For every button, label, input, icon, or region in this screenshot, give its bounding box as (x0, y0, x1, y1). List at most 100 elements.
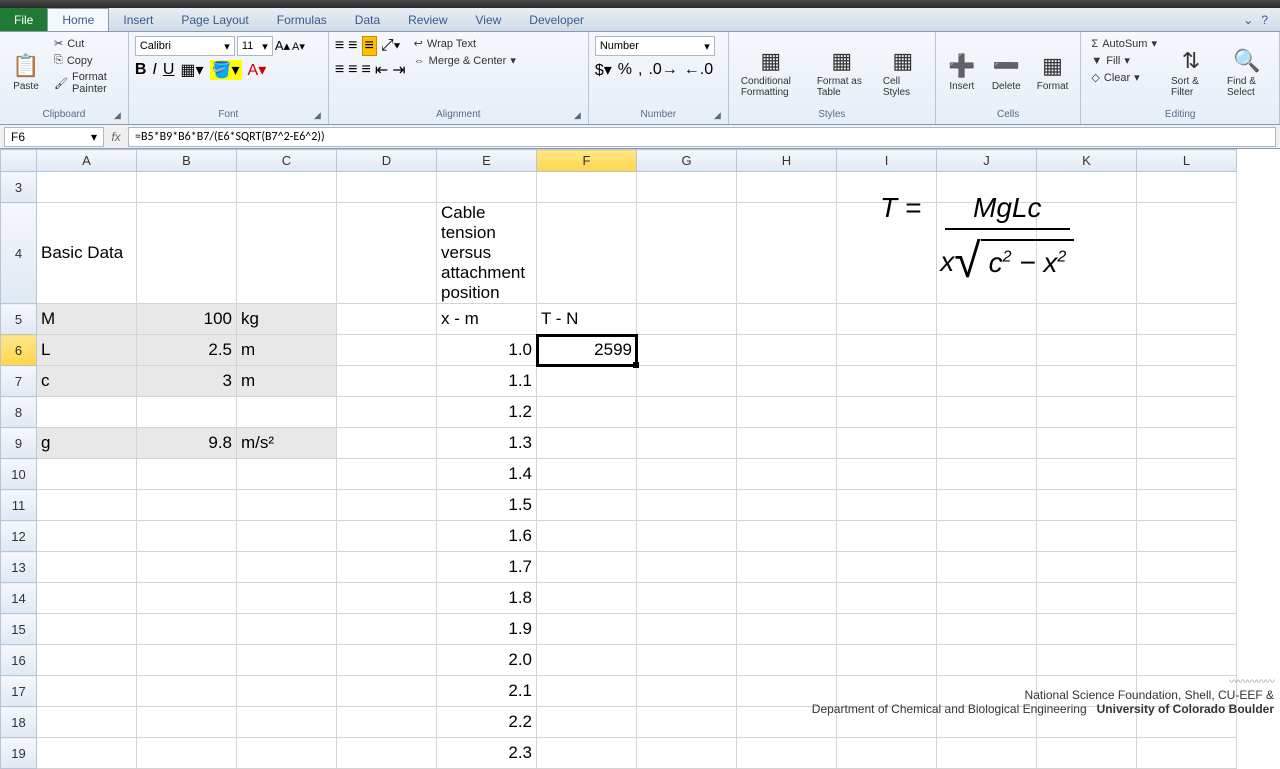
cell-I14[interactable] (837, 583, 937, 614)
cell-E14[interactable]: 1.8 (437, 583, 537, 614)
cell-D7[interactable] (337, 366, 437, 397)
cell-I7[interactable] (837, 366, 937, 397)
clear-button[interactable]: ◇Clear▾ (1087, 70, 1161, 85)
cell-E4[interactable]: Cable tension versus attachment position (437, 203, 537, 304)
cell-C5[interactable]: kg (237, 304, 337, 335)
row-header-13[interactable]: 13 (1, 552, 37, 583)
cell-F8[interactable] (537, 397, 637, 428)
cell-C12[interactable] (237, 521, 337, 552)
cell-K14[interactable] (1037, 583, 1137, 614)
align-right-icon[interactable]: ≡ (362, 61, 371, 79)
cell-F17[interactable] (537, 676, 637, 707)
cell-E10[interactable]: 1.4 (437, 459, 537, 490)
cell-K8[interactable] (1037, 397, 1137, 428)
cell-G12[interactable] (637, 521, 737, 552)
cell-D12[interactable] (337, 521, 437, 552)
cell-J11[interactable] (937, 490, 1037, 521)
cell-G8[interactable] (637, 397, 737, 428)
cell-J8[interactable] (937, 397, 1037, 428)
cell-E6[interactable]: 1.0 (437, 335, 537, 366)
row-header-11[interactable]: 11 (1, 490, 37, 521)
row-header-16[interactable]: 16 (1, 645, 37, 676)
cell-D19[interactable] (337, 738, 437, 769)
cell-H14[interactable] (737, 583, 837, 614)
cell-K13[interactable] (1037, 552, 1137, 583)
cell-B11[interactable] (137, 490, 237, 521)
cell-H6[interactable] (737, 335, 837, 366)
cell-C7[interactable]: m (237, 366, 337, 397)
cell-G10[interactable] (637, 459, 737, 490)
wrap-text-button[interactable]: ↩Wrap Text (410, 36, 520, 51)
delete-cells-button[interactable]: ➖Delete (986, 36, 1027, 109)
cell-B18[interactable] (137, 707, 237, 738)
cell-I12[interactable] (837, 521, 937, 552)
cell-B19[interactable] (137, 738, 237, 769)
cell-J9[interactable] (937, 428, 1037, 459)
cell-A11[interactable] (37, 490, 137, 521)
conditional-formatting-button[interactable]: ▦Conditional Formatting (735, 36, 807, 109)
cell-F6[interactable]: 2599 (537, 335, 637, 366)
cell-G13[interactable] (637, 552, 737, 583)
currency-icon[interactable]: $▾ (595, 60, 612, 80)
underline-button[interactable]: U (163, 61, 175, 79)
cell-A19[interactable] (37, 738, 137, 769)
cell-D11[interactable] (337, 490, 437, 521)
col-header-B[interactable]: B (137, 150, 237, 172)
cell-L10[interactable] (1137, 459, 1237, 490)
cell-G4[interactable] (637, 203, 737, 304)
copy-button[interactable]: ⎘Copy (50, 53, 122, 68)
cell-A3[interactable] (37, 172, 137, 203)
tab-data[interactable]: Data (341, 9, 394, 31)
cell-D5[interactable] (337, 304, 437, 335)
cell-B8[interactable] (137, 397, 237, 428)
align-left-icon[interactable]: ≡ (335, 61, 344, 79)
cell-J19[interactable] (937, 738, 1037, 769)
cell-F10[interactable] (537, 459, 637, 490)
minimize-ribbon-icon[interactable]: ⌄ (1243, 13, 1253, 27)
align-top-icon[interactable]: ≡ (335, 37, 344, 55)
col-header-H[interactable]: H (737, 150, 837, 172)
cell-I19[interactable] (837, 738, 937, 769)
cell-A6[interactable]: L (37, 335, 137, 366)
tab-page-layout[interactable]: Page Layout (167, 9, 262, 31)
merge-center-button[interactable]: ⇔Merge & Center▾ (410, 53, 520, 68)
formula-input[interactable]: =B5*B9*B6*B7/(E6*SQRT(B7^2-E6^2)) (128, 127, 1276, 147)
tab-review[interactable]: Review (394, 9, 461, 31)
cell-F12[interactable] (537, 521, 637, 552)
cell-H10[interactable] (737, 459, 837, 490)
col-header-K[interactable]: K (1037, 150, 1137, 172)
cell-B6[interactable]: 2.5 (137, 335, 237, 366)
cell-L16[interactable] (1137, 645, 1237, 676)
cell-F4[interactable] (537, 203, 637, 304)
row-header-5[interactable]: 5 (1, 304, 37, 335)
cell-D15[interactable] (337, 614, 437, 645)
cell-D9[interactable] (337, 428, 437, 459)
cell-K9[interactable] (1037, 428, 1137, 459)
insert-cells-button[interactable]: ➕Insert (942, 36, 982, 109)
cell-A13[interactable] (37, 552, 137, 583)
cell-E9[interactable]: 1.3 (437, 428, 537, 459)
cell-I5[interactable] (837, 304, 937, 335)
cell-K7[interactable] (1037, 366, 1137, 397)
cell-H15[interactable] (737, 614, 837, 645)
cell-C9[interactable]: m/s² (237, 428, 337, 459)
format-cells-button[interactable]: ▦Format (1031, 36, 1075, 109)
cell-H3[interactable] (737, 172, 837, 203)
fill-button[interactable]: ▼Fill▾ (1087, 53, 1161, 68)
row-header-8[interactable]: 8 (1, 397, 37, 428)
col-header-F[interactable]: F (537, 150, 637, 172)
cell-A18[interactable] (37, 707, 137, 738)
align-bottom-icon[interactable]: ≡ (362, 36, 377, 56)
tab-insert[interactable]: Insert (109, 9, 167, 31)
cell-I16[interactable] (837, 645, 937, 676)
cell-D8[interactable] (337, 397, 437, 428)
cell-K19[interactable] (1037, 738, 1137, 769)
cell-D16[interactable] (337, 645, 437, 676)
cell-J10[interactable] (937, 459, 1037, 490)
cell-J7[interactable] (937, 366, 1037, 397)
cell-F14[interactable] (537, 583, 637, 614)
cell-E17[interactable]: 2.1 (437, 676, 537, 707)
cell-J14[interactable] (937, 583, 1037, 614)
cell-F19[interactable] (537, 738, 637, 769)
cell-B15[interactable] (137, 614, 237, 645)
